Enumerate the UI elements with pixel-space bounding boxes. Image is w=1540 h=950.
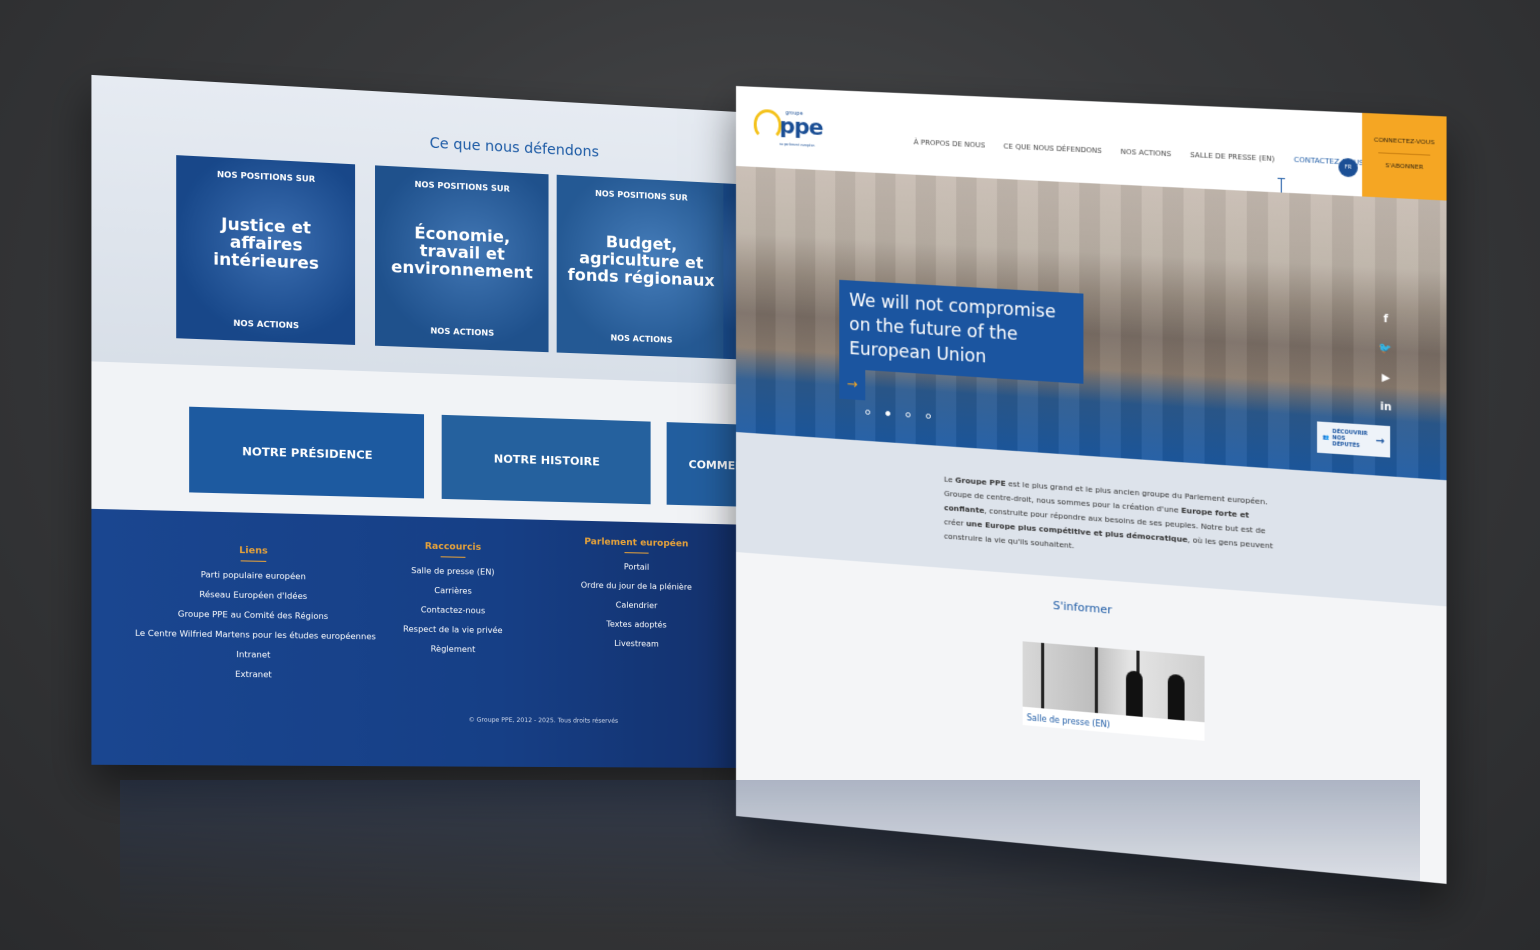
linkedin-icon[interactable]: in <box>1379 400 1392 413</box>
footer-link[interactable]: Intranet <box>135 648 370 661</box>
position-card[interactable]: NOS POSITIONS SUR Économie, travail et e… <box>375 165 549 353</box>
subscribe-link[interactable]: S'ABONNER <box>1362 161 1446 172</box>
carousel-dot[interactable] <box>925 413 931 419</box>
nav-item-a-propos[interactable]: À PROPOS DE NOUS <box>914 138 985 149</box>
footer-column-liens: Liens Parti populaire européen Réseau Eu… <box>135 543 376 690</box>
logo-tagline: au parlement européen <box>779 142 815 148</box>
mockup-scene: Ce que nous défendons NOS POSITIONS SUR … <box>0 0 1540 950</box>
card-title: Justice et affaires intérieures <box>213 213 319 274</box>
card-actions-link[interactable]: NOS ACTIONS <box>557 331 726 347</box>
footer-link[interactable]: Extranet <box>135 668 370 680</box>
account-box: CONNECTEZ-VOUS S'ABONNER <box>1362 112 1447 201</box>
floor-reflection <box>120 780 1420 950</box>
press-room-card[interactable]: Salle de presse (EN) <box>1022 641 1205 741</box>
footer-link[interactable]: Parti populaire européen <box>135 569 370 583</box>
arrow-right-icon: → <box>846 376 858 393</box>
card-kicker: NOS POSITIONS SUR <box>595 188 688 203</box>
login-link[interactable]: CONNECTEZ-VOUS <box>1362 136 1446 147</box>
card-actions-link[interactable]: NOS ACTIONS <box>176 316 355 332</box>
deputies-label: DÉCOUVRIR NOS DÉPUTÉS <box>1332 429 1372 450</box>
position-card[interactable]: NOS POSITIONS SUR Justice et affaires in… <box>176 155 356 345</box>
silhouette <box>1167 673 1185 721</box>
footer-link[interactable]: Contactez-nous <box>401 605 504 616</box>
nav-item-ce-que-nous-defendons[interactable]: CE QUE NOUS DÉFENDONS <box>1004 142 1102 155</box>
intro-emphasis: Groupe PPE <box>955 475 1006 489</box>
footer-heading-underline <box>624 552 649 554</box>
footer-link[interactable]: Livestream <box>576 638 697 649</box>
right-page-screenshot: groupe ppe au parlement européen À PROPO… <box>736 86 1447 884</box>
ppe-logo[interactable]: groupe ppe au parlement européen <box>753 107 823 154</box>
carousel-dot[interactable] <box>905 412 911 418</box>
position-card[interactable]: NOS POSITIONS SUR Budget, agriculture et… <box>556 174 726 359</box>
footer-link[interactable]: Textes adoptés <box>576 619 697 630</box>
deputies-label-line2: NOS DÉPUTÉS <box>1332 434 1360 450</box>
footer-column-parlement: Parlement européen Portail Ordre du jour… <box>576 537 697 659</box>
about-tiles-section: NOTRE PRÉSIDENCE NOTRE HISTOIRE COMMENT <box>91 361 756 525</box>
carousel-dot[interactable] <box>865 409 871 415</box>
footer-heading-underline <box>240 560 267 562</box>
nav-item-nos-actions[interactable]: NOS ACTIONS <box>1121 148 1172 159</box>
card-actions-link[interactable]: NOS ACTIONS <box>375 324 549 340</box>
social-links: f 🐦 ▶ in ◎ <box>1379 312 1392 443</box>
window-frame <box>1094 647 1098 714</box>
discover-deputies-button[interactable]: 👥 DÉCOUVRIR NOS DÉPUTÉS → <box>1317 421 1391 458</box>
tile-histoire[interactable]: NOTRE HISTOIRE <box>441 414 651 505</box>
footer-heading: Parlement européen <box>584 537 689 550</box>
youtube-icon[interactable]: ▶ <box>1379 371 1392 384</box>
hero-carousel: We will not compromise on the future of … <box>736 166 1447 481</box>
twitter-icon[interactable]: 🐦 <box>1379 342 1392 355</box>
facebook-icon[interactable]: f <box>1379 312 1392 325</box>
carousel-dot[interactable] <box>885 410 891 417</box>
footer-heading: Raccourcis <box>424 541 482 554</box>
nav-item-salle-de-presse[interactable]: SALLE DE PRESSE (EN) <box>1190 151 1275 163</box>
hero-headline: We will not compromise on the future of … <box>839 279 1084 384</box>
main-nav: À PROPOS DE NOUS CE QUE NOUS DÉFENDONS N… <box>914 138 1364 167</box>
footer-link[interactable]: Respect de la vie privée <box>401 624 504 635</box>
footer-heading: Liens <box>239 545 268 557</box>
heart-logo-icon <box>753 108 782 141</box>
intro-paragraph: Le Groupe PPE est le plus grand et le pl… <box>944 473 1277 569</box>
footer-link[interactable]: Carrières <box>401 585 504 596</box>
press-room-label: Salle de presse (EN) <box>1026 713 1111 730</box>
positions-section: Ce que nous défendons NOS POSITIONS SUR … <box>91 74 756 386</box>
footer-link[interactable]: Calendrier <box>576 600 697 611</box>
footer-link[interactable]: Réseau Européen d'Idées <box>135 589 370 603</box>
press-room-image <box>1022 641 1205 723</box>
intro-text-run: Le <box>944 474 956 485</box>
people-icon: 👥 <box>1322 434 1330 441</box>
footer: Liens Parti populaire européen Réseau Eu… <box>91 508 756 768</box>
card-title: Économie, travail et environnement <box>391 222 533 283</box>
hero-arrow-button[interactable]: → <box>839 368 866 401</box>
language-button[interactable]: FR <box>1338 157 1358 178</box>
account-divider <box>1378 152 1431 156</box>
footer-link[interactable]: Le Centre Wilfried Martens pour les étud… <box>135 629 376 642</box>
carousel-dots <box>865 409 931 419</box>
card-kicker: NOS POSITIONS SUR <box>216 169 316 185</box>
card-kicker: NOS POSITIONS SUR <box>414 179 510 194</box>
footer-link[interactable]: Groupe PPE au Comité des Régions <box>135 609 370 622</box>
window-frame <box>1041 642 1045 709</box>
footer-link[interactable]: Ordre du jour de la plénière <box>576 580 697 592</box>
footer-link[interactable]: Portail <box>576 561 697 573</box>
arrow-right-icon: → <box>1375 435 1385 448</box>
tile-presidence[interactable]: NOTRE PRÉSIDENCE <box>189 406 425 499</box>
copyright: © Groupe PPE, 2012 - 2025. Tous droits r… <box>468 716 619 725</box>
footer-link[interactable]: Règlement <box>401 644 504 655</box>
footer-link[interactable]: Salle de presse (EN) <box>401 566 504 577</box>
footer-heading-underline <box>440 556 466 558</box>
card-title: Budget, agriculture et fonds régionaux <box>567 231 715 291</box>
footer-column-raccourcis: Raccourcis Salle de presse (EN) Carrière… <box>401 541 504 665</box>
silhouette <box>1126 670 1143 717</box>
left-page-screenshot: Ce que nous défendons NOS POSITIONS SUR … <box>91 74 756 769</box>
logo-wordmark: ppe <box>779 113 823 142</box>
